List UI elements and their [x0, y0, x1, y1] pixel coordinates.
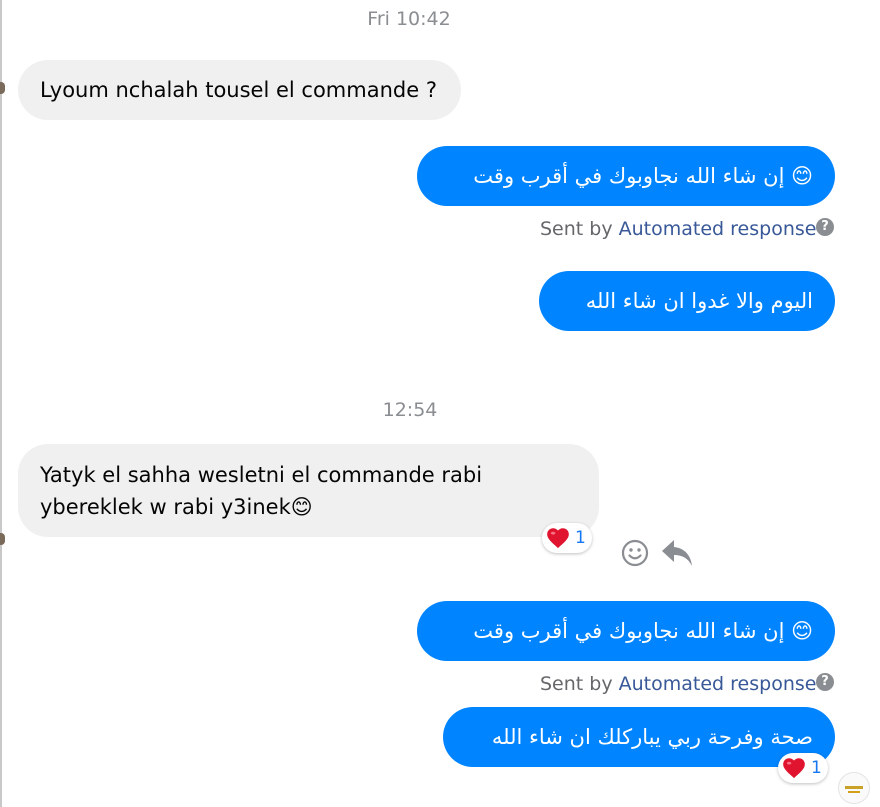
reaction-badge[interactable]: 1: [778, 753, 828, 783]
message-line: Yatyk el sahha wesletni el commande rabi: [40, 463, 483, 487]
help-icon[interactable]: ?: [816, 218, 834, 236]
incoming-message[interactable]: Yatyk el sahha wesletni el commande rabi…: [18, 444, 599, 537]
automated-response-link[interactable]: Automated response: [619, 673, 817, 695]
timestamp: Fri 10:42: [367, 8, 451, 30]
sender-avatar[interactable]: [0, 533, 5, 545]
page-logo: [838, 772, 870, 804]
smiley-icon[interactable]: [620, 538, 650, 568]
automated-response-link[interactable]: Automated response: [619, 218, 817, 240]
timestamp: 12:54: [382, 399, 438, 421]
outgoing-message[interactable]: اليوم والا غدوا ان شاء الله: [539, 271, 835, 331]
window-left-border: [0, 0, 2, 807]
sent-by-label: Sent by Automated response: [540, 673, 816, 695]
reaction-count: 1: [575, 528, 586, 548]
message-line: ybereklek w rabi y3inek😊: [40, 495, 313, 519]
reply-arrow-icon[interactable]: [660, 537, 694, 569]
heart-icon: [547, 528, 569, 549]
sent-by-prefix: Sent by: [540, 218, 613, 240]
outgoing-message[interactable]: صحة وفرحة ربي يباركلك ان شاء الله: [443, 707, 835, 767]
outgoing-message[interactable]: 😊 إن شاء الله نجاوبوك في أقرب وقت: [417, 146, 835, 206]
reaction-badge[interactable]: 1: [542, 523, 592, 553]
sent-by-label: Sent by Automated response: [540, 218, 816, 240]
incoming-message[interactable]: Lyoum nchalah tousel el commande ?: [18, 60, 461, 120]
sender-avatar[interactable]: [0, 82, 5, 94]
heart-icon: [783, 758, 805, 779]
sent-by-prefix: Sent by: [540, 673, 613, 695]
help-icon[interactable]: ?: [816, 673, 834, 691]
outgoing-message[interactable]: 😊 إن شاء الله نجاوبوك في أقرب وقت: [417, 601, 835, 661]
reaction-count: 1: [811, 758, 822, 778]
